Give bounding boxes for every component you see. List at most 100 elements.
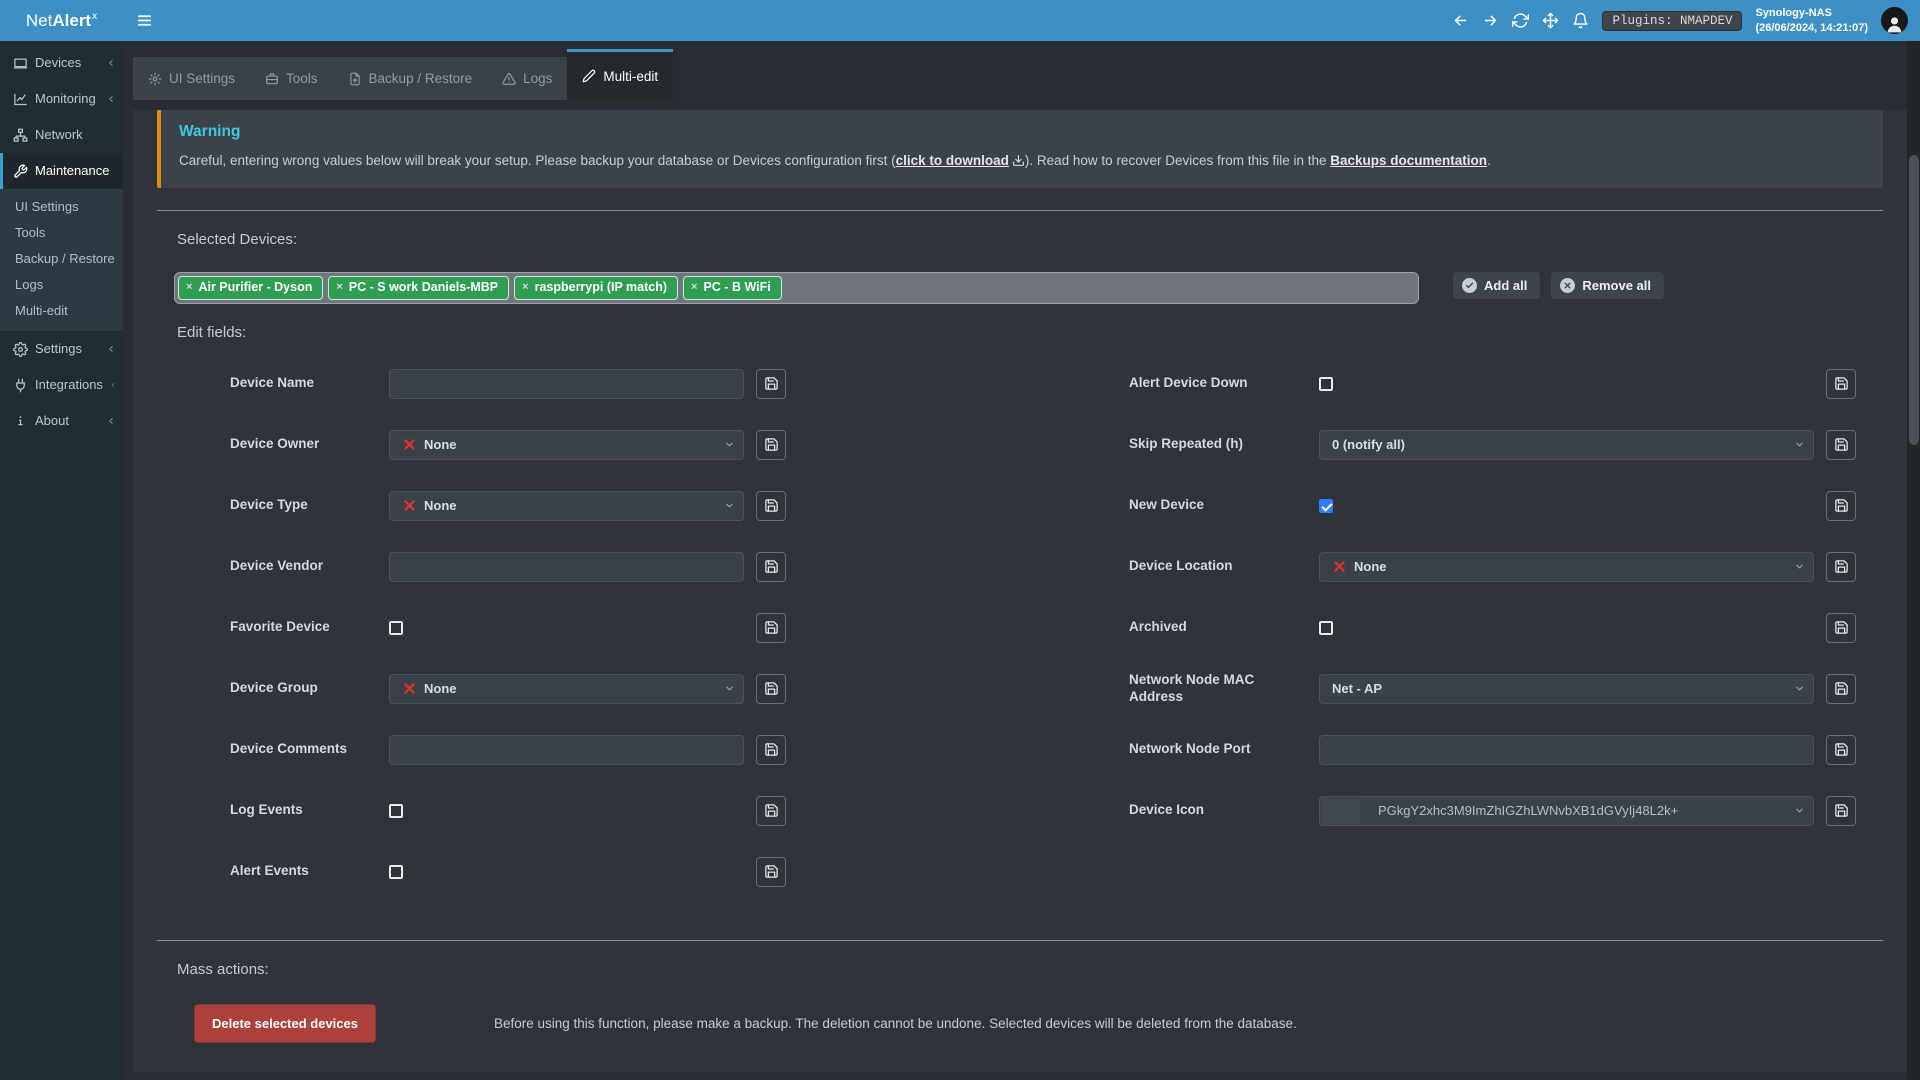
- form-row-alert-events: Alert Events: [230, 857, 859, 887]
- remove-tag-icon[interactable]: ×: [186, 282, 192, 293]
- sidebar-item-monitoring[interactable]: Monitoring: [0, 81, 123, 117]
- log-events-checkbox[interactable]: [389, 804, 403, 818]
- save-new-device-button[interactable]: [1826, 491, 1856, 521]
- device-vendor-input[interactable]: [389, 552, 744, 582]
- submenu-item-logs[interactable]: Logs: [0, 272, 123, 298]
- field-area: None: [389, 430, 744, 460]
- refresh-icon[interactable]: [1512, 12, 1529, 29]
- sidebar-item-maintenance[interactable]: Maintenance: [0, 153, 123, 189]
- selected-devices-box[interactable]: ×Air Purifier - Dyson×PC - S work Daniel…: [174, 272, 1419, 304]
- save-device-type-button[interactable]: [756, 491, 786, 521]
- save-favorite-device-button[interactable]: [756, 613, 786, 643]
- plugins-badge[interactable]: Plugins: NMAPDEV: [1602, 11, 1742, 31]
- scrollbar-thumb[interactable]: [1909, 155, 1919, 445]
- save-alert-events-button[interactable]: [756, 857, 786, 887]
- sidebar-toggle-button[interactable]: [123, 0, 165, 41]
- remove-tag-icon[interactable]: ×: [691, 282, 697, 293]
- save-device-comments-button[interactable]: [756, 735, 786, 765]
- sidebar-item-devices[interactable]: Devices: [0, 45, 123, 81]
- favorite-device-checkbox[interactable]: [389, 621, 403, 635]
- sidebar-item-about[interactable]: About: [0, 403, 123, 439]
- laptop-icon: [13, 56, 28, 71]
- save-icon: [1834, 376, 1849, 391]
- remove-all-button[interactable]: Remove all: [1551, 272, 1664, 299]
- delete-selected-devices-button[interactable]: Delete selected devices: [194, 1004, 376, 1043]
- app-logo[interactable]: NetAlertx: [0, 0, 123, 41]
- remove-tag-icon[interactable]: ×: [336, 282, 342, 293]
- skip-repeated-h-select[interactable]: 0 (notify all): [1319, 430, 1814, 460]
- save-device-location-button[interactable]: [1826, 552, 1856, 582]
- save-device-vendor-button[interactable]: [756, 552, 786, 582]
- device-type-select[interactable]: None: [389, 491, 744, 521]
- alert-events-checkbox[interactable]: [389, 865, 403, 879]
- save-icon: [764, 620, 779, 635]
- archived-checkbox[interactable]: [1319, 621, 1333, 635]
- device-tag: ×PC - S work Daniels-MBP: [328, 276, 509, 300]
- field-area: [389, 865, 744, 879]
- form-row-archived: Archived: [1129, 613, 1856, 643]
- save-archived-button[interactable]: [1826, 613, 1856, 643]
- save-log-events-button[interactable]: [756, 796, 786, 826]
- sidebar-item-integrations[interactable]: Integrations: [0, 367, 123, 403]
- chevron-down-icon: [1794, 439, 1805, 450]
- tab-tools[interactable]: Tools: [250, 57, 333, 100]
- move-icon[interactable]: [1542, 12, 1559, 29]
- chevron-down-icon: [724, 439, 735, 450]
- network-node-mac-address-select[interactable]: Net - AP: [1319, 674, 1814, 704]
- device-location-select[interactable]: None: [1319, 552, 1814, 582]
- maintenance-submenu: UI SettingsToolsBackup / RestoreLogsMult…: [0, 189, 123, 331]
- new-device-checkbox[interactable]: [1319, 499, 1333, 513]
- submenu-item-ui-settings[interactable]: UI Settings: [0, 194, 123, 220]
- navbar-right: Plugins: NMAPDEV Synology-NAS (26/06/202…: [1452, 0, 1920, 41]
- save-device-name-button[interactable]: [756, 369, 786, 399]
- save-device-group-button[interactable]: [756, 674, 786, 704]
- form-row-network-node-port: Network Node Port: [1129, 735, 1856, 765]
- submenu-item-multi-edit[interactable]: Multi-edit: [0, 298, 123, 324]
- download-backup-link[interactable]: click to download: [896, 153, 1025, 168]
- edit-fields-form: Device NameDevice OwnerNoneDevice TypeNo…: [157, 369, 1883, 918]
- submenu-item-tools[interactable]: Tools: [0, 220, 123, 246]
- network-node-port-input[interactable]: [1319, 735, 1814, 765]
- add-all-button[interactable]: Add all: [1453, 272, 1540, 299]
- bell-icon[interactable]: [1572, 12, 1589, 29]
- sidebar-item-label: Devices: [35, 55, 81, 71]
- alert-device-down-checkbox[interactable]: [1319, 377, 1333, 391]
- warning-text-part: ). Read how to recover Devices from this…: [1025, 153, 1330, 168]
- forward-arrow-icon[interactable]: [1482, 12, 1499, 29]
- device-name-input[interactable]: [389, 369, 744, 399]
- selection-buttons: Add all Remove all: [1453, 272, 1664, 299]
- field-area: [389, 369, 744, 399]
- save-icon: [1834, 498, 1849, 513]
- tab-ui-settings[interactable]: UI Settings: [133, 57, 250, 100]
- save-network-node-mac-address-button[interactable]: [1826, 674, 1856, 704]
- device-icon-select[interactable]: PGkgY2xhc3M9ImZhIGZhLWNvbXB1dGVyIj48L2k+: [1319, 796, 1814, 826]
- save-device-owner-button[interactable]: [756, 430, 786, 460]
- remove-tag-icon[interactable]: ×: [522, 282, 528, 293]
- avatar[interactable]: [1881, 7, 1908, 34]
- device-group-select[interactable]: None: [389, 674, 744, 704]
- device-owner-select[interactable]: None: [389, 430, 744, 460]
- device-tag-label: PC - B WiFi: [703, 281, 770, 294]
- save-device-icon-button[interactable]: [1826, 796, 1856, 826]
- save-alert-device-down-button[interactable]: [1826, 369, 1856, 399]
- save-network-node-port-button[interactable]: [1826, 735, 1856, 765]
- back-arrow-icon[interactable]: [1452, 12, 1469, 29]
- tab-multi-edit[interactable]: Multi-edit: [567, 49, 673, 100]
- field-label: Network Node Port: [1129, 741, 1319, 758]
- field-area: [389, 735, 744, 765]
- warning-text-part: .: [1487, 153, 1491, 168]
- mass-actions-heading: Mass actions:: [177, 961, 1883, 978]
- save-skip-repeated-h-button[interactable]: [1826, 430, 1856, 460]
- form-column-left: Device NameDevice OwnerNoneDevice TypeNo…: [230, 369, 859, 918]
- tab-logs[interactable]: Logs: [487, 57, 567, 100]
- backups-documentation-link[interactable]: Backups documentation: [1330, 153, 1487, 168]
- vertical-scrollbar[interactable]: [1907, 41, 1920, 1080]
- warning-title: Warning: [179, 123, 1865, 141]
- select-value: 0 (notify all): [1332, 437, 1405, 452]
- sidebar-item-network[interactable]: Network: [0, 117, 123, 153]
- tab-backup-restore[interactable]: Backup / Restore: [333, 57, 488, 100]
- section-divider: [157, 210, 1883, 211]
- sidebar-item-settings[interactable]: Settings: [0, 331, 123, 367]
- submenu-item-backup-restore[interactable]: Backup / Restore: [0, 246, 123, 272]
- device-comments-input[interactable]: [389, 735, 744, 765]
